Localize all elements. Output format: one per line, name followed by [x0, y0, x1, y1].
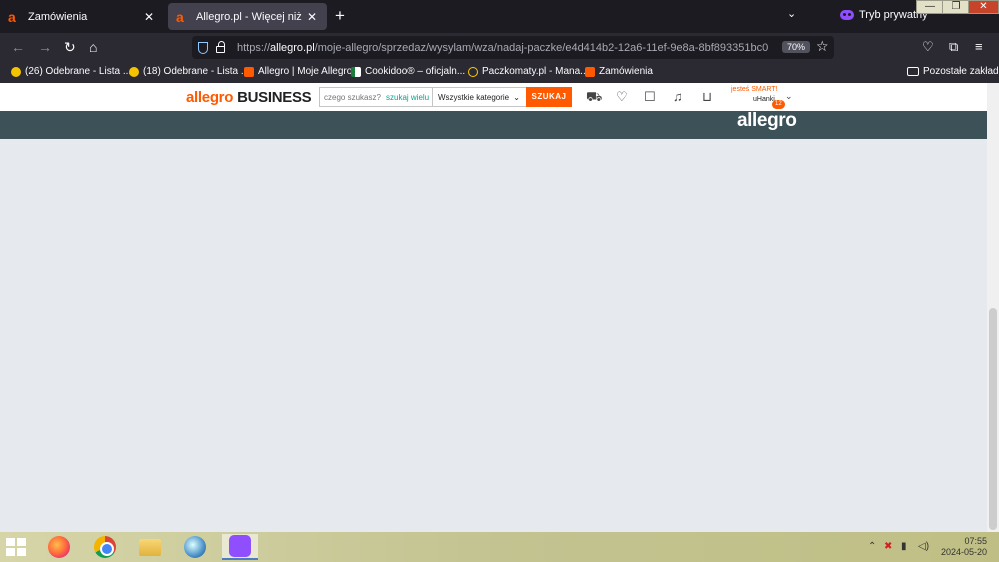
bookmark-item[interactable]: Allegro | Moje Allegro: [244, 66, 352, 77]
bookmark-item[interactable]: (26) Odebrane - Lista ...: [11, 66, 131, 77]
allegro-a-icon: a: [176, 8, 184, 25]
globe-icon: [184, 536, 206, 558]
bookmark-item[interactable]: Cookidoo® – oficjaln...: [351, 66, 465, 77]
allegro-white-logo: allegro: [737, 110, 797, 131]
new-tab-button[interactable]: +: [335, 6, 345, 26]
smart-label: jesteś SMART!: [731, 86, 778, 93]
taskbar-app[interactable]: [177, 534, 213, 560]
maximize-button[interactable]: ❐: [942, 0, 970, 14]
yellow-smiley-icon: [129, 66, 139, 77]
scrollbar-thumb[interactable]: [989, 308, 997, 530]
notification-badge: 12: [772, 100, 785, 109]
other-bookmarks[interactable]: Pozostałe zakładki: [907, 66, 999, 77]
inpost-icon: [468, 66, 478, 77]
private-browsing-icon: [229, 535, 251, 557]
chevron-down-icon: ⌄: [513, 92, 520, 102]
category-label: Wszystkie kategorie: [438, 92, 510, 102]
address-bar[interactable]: https://allegro.pl/moje-allegro/sprzedaz…: [192, 36, 834, 59]
shopping-bag-icon[interactable]: ⊔: [702, 90, 712, 104]
tab-zamowienia[interactable]: a Zamówienia ✕: [0, 3, 164, 30]
user-account-menu[interactable]: jesteś SMART! uHanki 12: [731, 85, 785, 109]
tab-allegro-active[interactable]: a Allegro.pl - Więcej niż aukcje. N ✕: [168, 3, 327, 30]
cookidoo-icon: [351, 66, 361, 77]
tab-title: Zamówienia: [28, 10, 88, 23]
navigation-toolbar: ← → ↻ ⌂ https://allegro.pl/moje-allegro/…: [0, 33, 999, 62]
browser-tab-bar: a Zamówienia ✕ a Allegro.pl - Więcej niż…: [0, 0, 999, 33]
lock-icon[interactable]: [216, 41, 225, 53]
taskbar-firefox[interactable]: [41, 534, 77, 560]
bookmark-item[interactable]: (18) Odebrane - Lista ...: [129, 66, 249, 77]
home-button[interactable]: ⌂: [89, 39, 97, 55]
heart-icon[interactable]: ♡: [616, 90, 628, 104]
chevron-down-icon[interactable]: ⌄: [785, 91, 793, 102]
close-window-button[interactable]: ✕: [968, 0, 999, 14]
chrome-icon: [94, 536, 116, 558]
battery-icon[interactable]: ▮: [901, 541, 907, 552]
tray-arrow-icon[interactable]: ⌃: [868, 541, 876, 552]
search-bar: czego szukasz? szukaj wielu Wszystkie ka…: [319, 86, 572, 107]
clock-date: 2024-05-20: [941, 547, 988, 557]
system-clock[interactable]: 07:55 2024-05-20: [941, 536, 987, 558]
search-input[interactable]: czego szukasz?: [320, 93, 386, 102]
forward-button[interactable]: →: [38, 39, 52, 55]
bell-icon[interactable]: ♫: [673, 90, 683, 104]
delivery-truck-icon[interactable]: ⛟: [586, 90, 602, 104]
folder-icon: [139, 538, 161, 556]
network-error-icon[interactable]: ✖: [884, 541, 892, 552]
messages-icon[interactable]: ☐: [644, 90, 656, 104]
windows-taskbar: ⌃ ✖ ▮ ◁) 07:55 2024-05-20: [0, 532, 999, 562]
taskbar-firefox-private[interactable]: [222, 534, 258, 560]
taskbar-file-explorer[interactable]: [132, 534, 168, 560]
windows-start-icon[interactable]: [6, 538, 26, 556]
tab-close-icon[interactable]: ✕: [142, 10, 156, 24]
bookmark-star-icon[interactable]: ☆: [816, 38, 829, 55]
reload-button[interactable]: ↻: [64, 39, 76, 55]
yellow-smiley-icon: [11, 66, 21, 77]
bookmark-item[interactable]: Paczkomaty.pl - Mana...: [468, 66, 589, 77]
zoom-level-badge[interactable]: 70%: [782, 41, 811, 53]
extensions-icon[interactable]: ⧉: [949, 39, 958, 55]
allegro-a-icon: a: [8, 8, 16, 25]
bookmarks-toolbar: (26) Odebrane - Lista ... (18) Odebrane …: [0, 62, 999, 83]
private-mask-icon: [840, 10, 854, 20]
taskbar-chrome[interactable]: [87, 534, 123, 560]
search-many-link[interactable]: szukaj wielu: [386, 93, 432, 102]
volume-icon[interactable]: ◁): [918, 541, 929, 552]
allegro-bag-icon: [585, 66, 595, 77]
seller-header-band: [0, 111, 987, 139]
tab-list-chevron-icon[interactable]: ⌄: [787, 7, 796, 20]
minimize-button[interactable]: —: [916, 0, 944, 14]
allegro-header: allegro BUSINESS czego szukasz? szukaj wi…: [0, 83, 987, 111]
back-button[interactable]: ←: [11, 39, 25, 55]
app-menu-icon[interactable]: ≡: [975, 39, 983, 54]
private-browsing-indicator: Tryb prywatny: [840, 9, 928, 21]
allegro-bag-icon: [244, 66, 254, 77]
folder-icon: [907, 67, 919, 76]
pocket-icon[interactable]: ♡: [922, 39, 934, 55]
clock-time: 07:55: [964, 536, 988, 546]
allegro-business-logo[interactable]: allegro BUSINESS: [186, 89, 312, 106]
category-select[interactable]: Wszystkie kategorie ⌄: [432, 88, 526, 106]
tab-title: Allegro.pl - Więcej niż aukcje. N: [196, 10, 305, 23]
search-button[interactable]: SZUKAJ: [526, 86, 572, 107]
tracking-protection-shield-icon[interactable]: [198, 41, 208, 54]
bookmark-item[interactable]: Zamówienia: [585, 66, 653, 77]
tab-close-icon[interactable]: ✕: [305, 10, 319, 24]
url-text[interactable]: https://allegro.pl/moje-allegro/sprzedaz…: [237, 42, 768, 54]
firefox-icon: [48, 536, 70, 558]
page-viewport: allegro BUSINESS czego szukasz? szukaj wi…: [0, 83, 987, 532]
